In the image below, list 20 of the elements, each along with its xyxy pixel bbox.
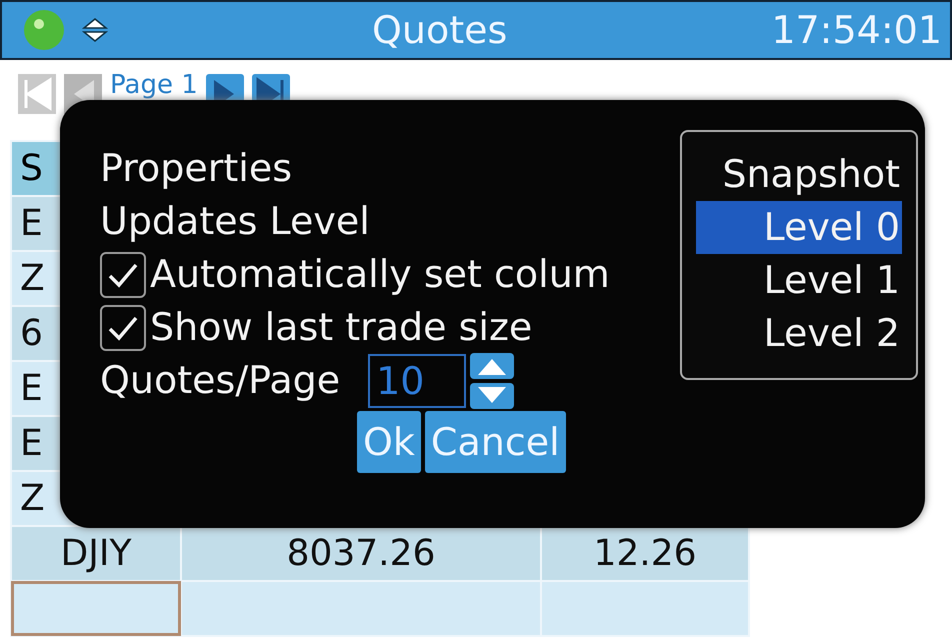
table-cell: 8037.26 — [181, 526, 541, 581]
menu-item[interactable]: Level 0 — [696, 201, 902, 254]
table-cell: DJIY — [11, 526, 181, 581]
checkbox[interactable] — [100, 304, 146, 350]
menu-item[interactable]: Level 2 — [696, 307, 902, 360]
ok-button[interactable]: Ok — [357, 411, 421, 473]
window-title: Quotes — [371, 6, 508, 54]
cancel-button[interactable]: Cancel — [424, 411, 566, 473]
dialog-title: Properties — [100, 145, 292, 192]
page-label: Page 1 — [110, 69, 198, 102]
table-cell[interactable] — [11, 581, 181, 636]
spinner-arrows-icon[interactable] — [470, 352, 514, 408]
menu-item[interactable]: Snapshot — [696, 148, 902, 201]
clock-time: 17:54:01 — [771, 6, 942, 54]
checkbox[interactable] — [100, 252, 146, 298]
menu-item[interactable]: Level 1 — [696, 254, 902, 307]
quotes-per-page-field[interactable]: 10 — [368, 354, 466, 408]
status-dot-icon — [22, 8, 66, 52]
signal-arrows-icon — [82, 18, 108, 42]
table-cell: 12.26 — [541, 526, 749, 581]
